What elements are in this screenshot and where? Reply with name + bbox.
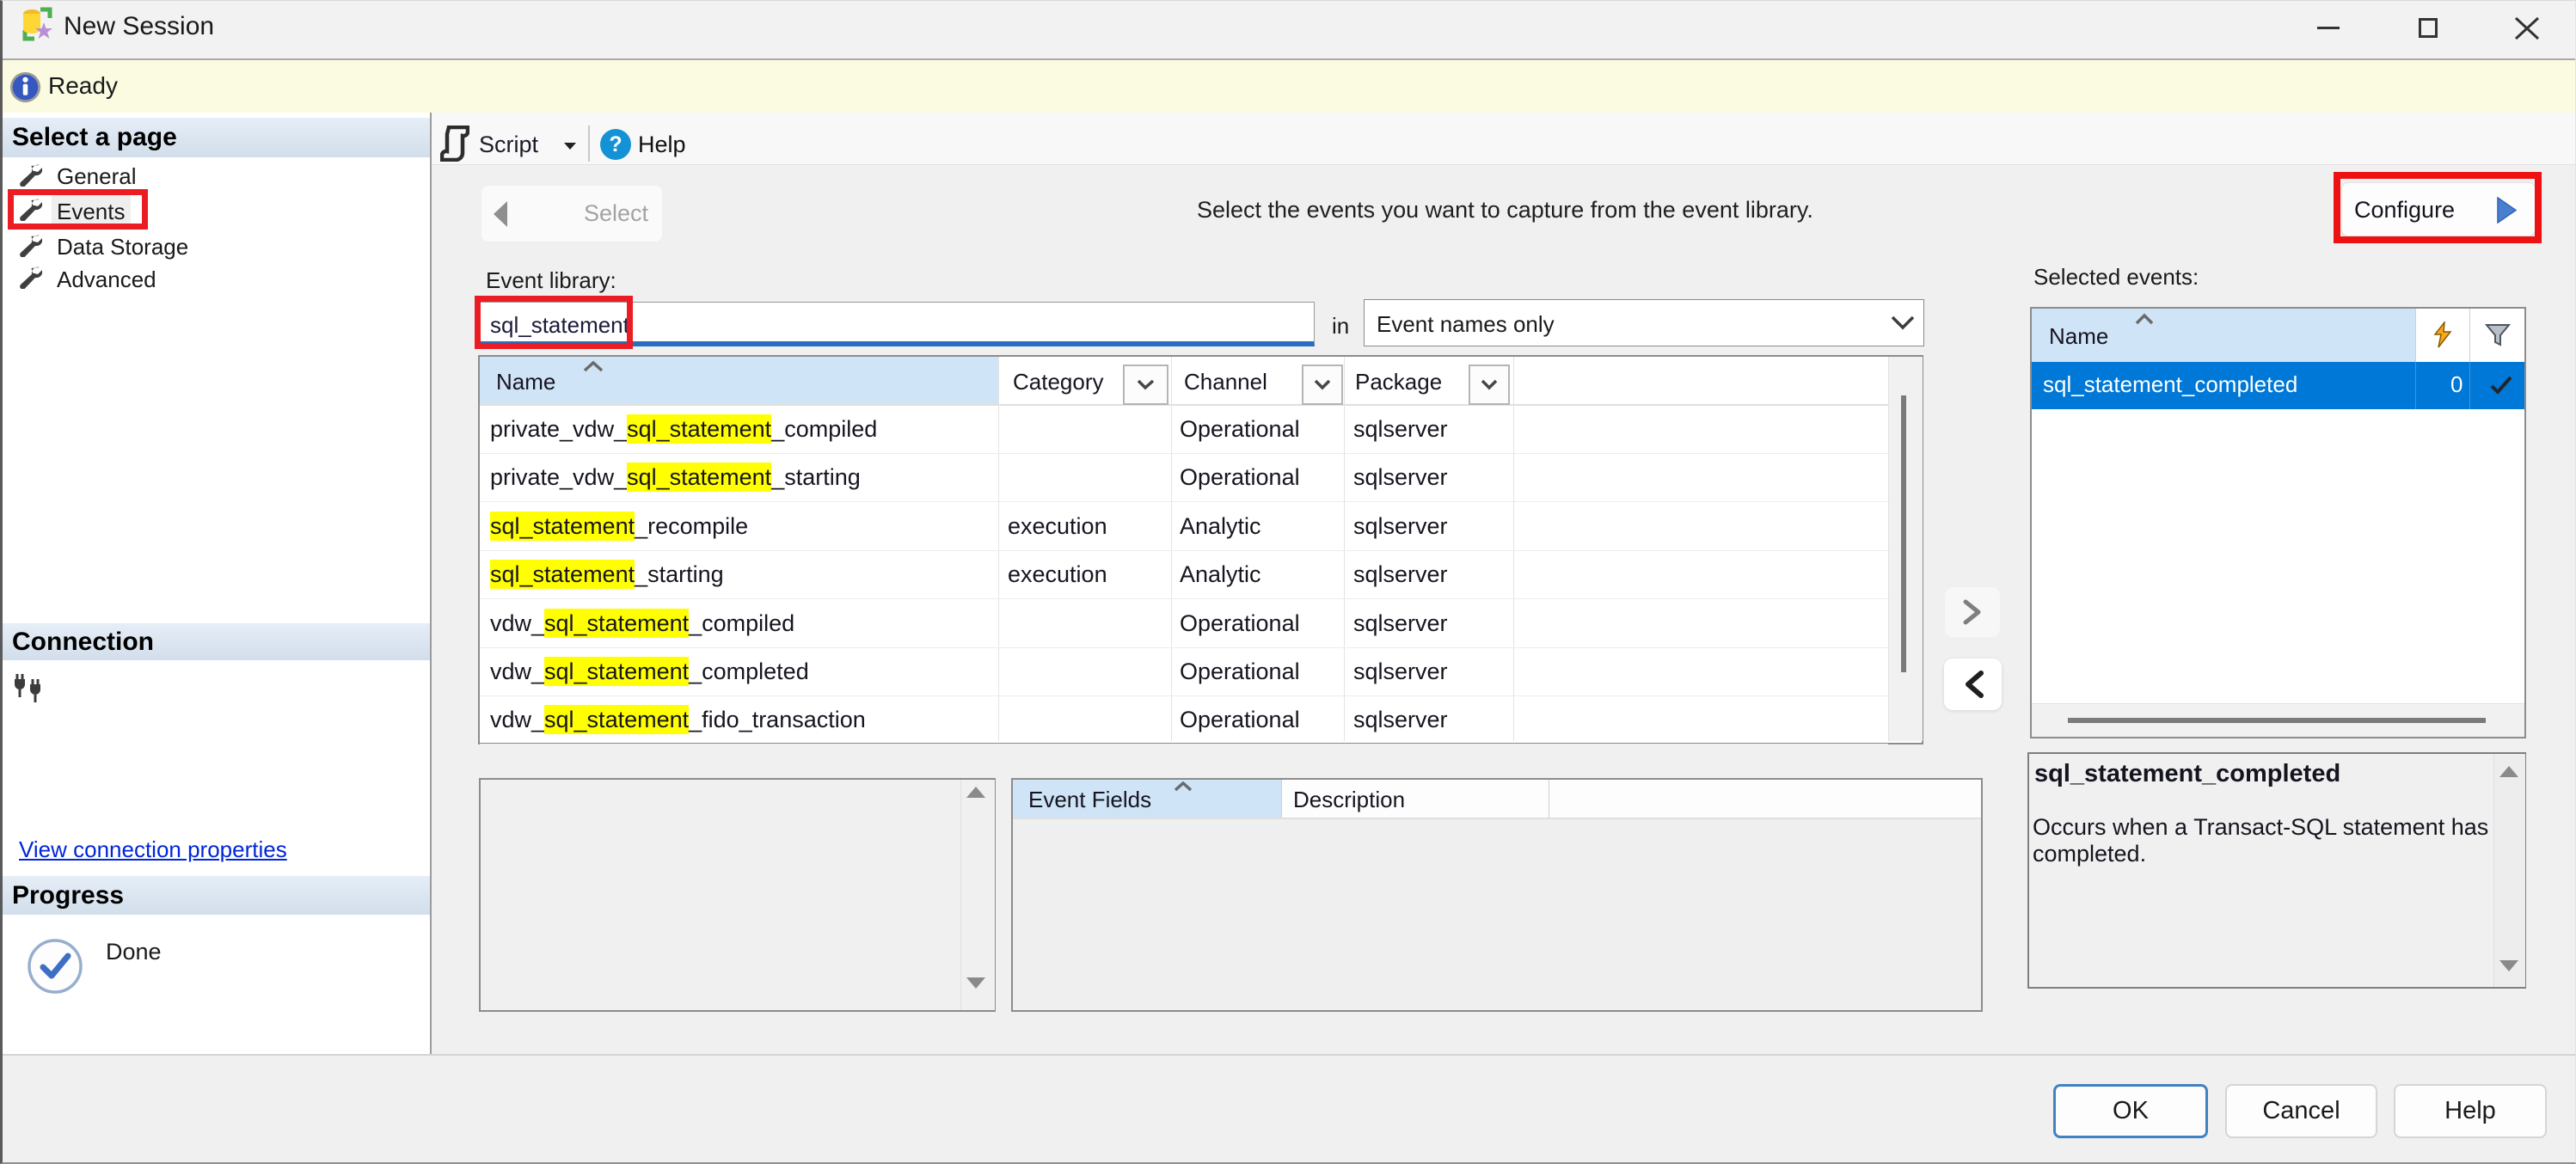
svg-text:?: ? <box>609 132 622 156</box>
